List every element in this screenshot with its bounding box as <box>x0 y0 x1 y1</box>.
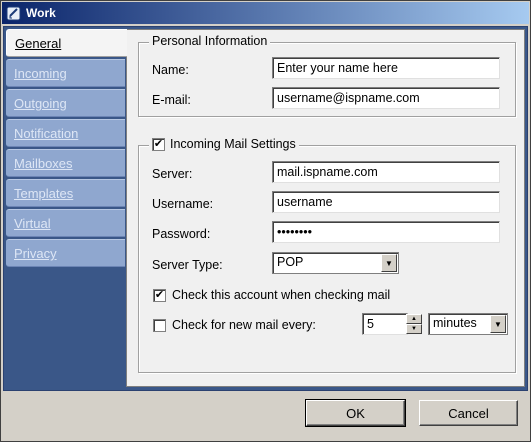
server-type-select[interactable]: POP ▼ <box>272 252 399 274</box>
tab-privacy[interactable]: Privacy <box>6 239 125 267</box>
incoming-settings-group: ✔ Incoming Mail Settings Server: Usernam… <box>138 137 516 373</box>
tab-label: Virtual <box>14 216 51 231</box>
email-label: E-mail: <box>152 93 191 107</box>
group-title: Incoming Mail Settings <box>170 137 296 151</box>
window-title: Work <box>26 6 56 20</box>
tab-incoming[interactable]: Incoming <box>6 59 125 87</box>
personal-info-legend: Personal Information <box>149 34 271 48</box>
check-account-label: Check this account when checking mail <box>172 288 391 302</box>
tab-label: Incoming <box>14 66 67 81</box>
tab-notification[interactable]: Notification <box>6 119 125 147</box>
tab-general[interactable]: General <box>6 29 127 57</box>
tab-virtual[interactable]: Virtual <box>6 209 125 237</box>
settings-window: Work General Incoming Outgoing Notificat… <box>0 0 531 442</box>
personal-info-group: Personal Information Name: E-mail: <box>138 34 516 117</box>
username-label: Username: <box>152 197 214 211</box>
title-bar[interactable]: Work <box>2 2 529 24</box>
tab-label: Notification <box>14 126 79 141</box>
ok-button[interactable]: OK <box>305 399 406 427</box>
content-area: General Incoming Outgoing Notification M… <box>3 26 528 391</box>
password-input[interactable] <box>272 221 500 243</box>
name-input[interactable] <box>272 57 500 79</box>
tab-label: General <box>15 36 62 51</box>
group-title: Personal Information <box>152 34 268 48</box>
check-every-label: Check for new mail every: <box>172 318 316 332</box>
interval-unit-value: minutes <box>433 316 477 330</box>
tab-label: Mailboxes <box>14 156 73 171</box>
chevron-down-icon[interactable]: ▼ <box>381 254 397 272</box>
interval-spinner[interactable]: ▲ ▼ <box>406 314 422 334</box>
interval-input[interactable] <box>362 313 408 335</box>
check-every-row: Check for new mail every: <box>153 318 316 332</box>
tab-label: Privacy <box>14 246 57 261</box>
username-input[interactable] <box>272 191 500 213</box>
chevron-down-icon[interactable]: ▼ <box>490 315 506 333</box>
server-type-value: POP <box>277 255 304 269</box>
password-label: Password: <box>152 227 211 241</box>
tab-templates[interactable]: Templates <box>6 179 125 207</box>
server-input[interactable] <box>272 161 500 183</box>
server-type-label: Server Type: <box>152 258 223 272</box>
incoming-enabled-checkbox[interactable]: ✔ <box>152 137 165 151</box>
server-label: Server: <box>152 167 193 181</box>
general-panel: Personal Information Name: E-mail: ✔ Inc… <box>126 29 525 387</box>
cancel-button[interactable]: Cancel <box>419 400 518 426</box>
tab-mailboxes[interactable]: Mailboxes <box>6 149 125 177</box>
app-icon <box>6 6 21 20</box>
tab-outgoing[interactable]: Outgoing <box>6 89 125 117</box>
tab-label: Templates <box>14 186 74 201</box>
spin-down-icon[interactable]: ▼ <box>406 324 422 334</box>
check-every-checkbox[interactable] <box>153 318 166 332</box>
check-account-checkbox[interactable]: ✔ <box>153 288 166 302</box>
name-label: Name: <box>152 63 189 77</box>
tab-label: Outgoing <box>14 96 67 111</box>
email-input[interactable] <box>272 87 500 109</box>
interval-unit-select[interactable]: minutes ▼ <box>428 313 508 335</box>
check-account-row: ✔ Check this account when checking mail <box>153 288 390 302</box>
incoming-settings-legend: ✔ Incoming Mail Settings <box>149 137 299 151</box>
spin-up-icon[interactable]: ▲ <box>406 314 422 324</box>
